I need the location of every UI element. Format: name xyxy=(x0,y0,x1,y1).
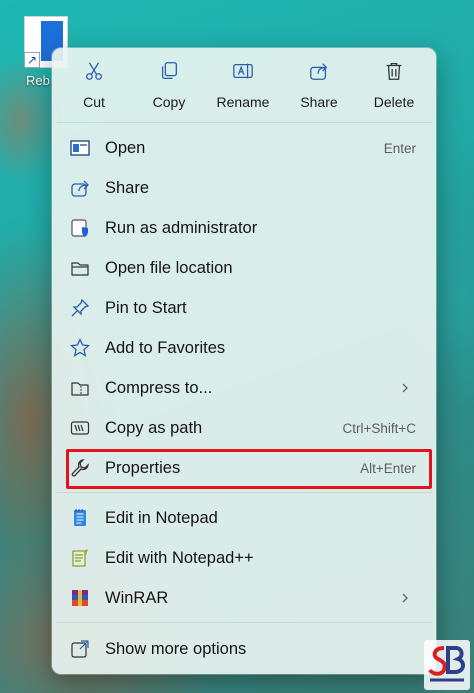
delete-label: Delete xyxy=(373,94,415,110)
admin-shield-icon xyxy=(70,218,90,238)
copy-button[interactable]: Copy xyxy=(135,60,203,116)
scissors-icon xyxy=(86,62,102,80)
rename-icon xyxy=(233,63,253,79)
context-menu: Cut Copy Rename Share Delete Open Enter … xyxy=(52,48,436,674)
menu-item-share[interactable]: Share xyxy=(58,170,430,206)
menu-item-label: Open file location xyxy=(105,259,233,277)
menu-item-label: Edit in Notepad xyxy=(105,509,218,527)
menu-item-label: Pin to Start xyxy=(105,299,187,317)
menu-item-edit-in-notepad[interactable]: Edit in Notepad xyxy=(58,500,430,536)
menu-item-label: Copy as path xyxy=(105,419,203,437)
menu-item-compress-to[interactable]: Compress to... xyxy=(58,370,430,406)
site-logo xyxy=(424,640,470,690)
menu-item-label: Open xyxy=(105,139,146,157)
menu-item-shortcut: Enter xyxy=(383,141,416,156)
menu-item-shortcut: Ctrl+Shift+C xyxy=(342,421,416,436)
menu-item-label: Show more options xyxy=(105,640,247,658)
share-icon xyxy=(70,178,90,198)
copy-icon xyxy=(161,62,177,79)
chevron-right-icon xyxy=(398,591,412,605)
desktop: ↗ Reb Cut Copy Rename Share Delete Open … xyxy=(0,0,474,693)
menu-item-copy-as-path[interactable]: Copy as path Ctrl+Shift+C xyxy=(58,410,430,446)
menu-item-add-to-favorites[interactable]: Add to Favorites xyxy=(58,330,430,366)
menu-item-label: Edit with Notepad++ xyxy=(105,549,254,567)
rename-button[interactable]: Rename xyxy=(209,60,277,116)
context-menu-action-bar: Cut Copy Rename Share Delete xyxy=(52,48,436,120)
menu-item-label: WinRAR xyxy=(105,589,169,607)
wrench-icon xyxy=(70,458,90,478)
shortcut-arrow-icon: ↗ xyxy=(24,52,40,68)
menu-item-label: Run as administrator xyxy=(105,219,258,237)
menu-item-winrar[interactable]: WinRAR xyxy=(58,580,430,616)
separator xyxy=(56,492,432,493)
menu-item-shortcut: Alt+Enter xyxy=(360,461,416,476)
menu-item-label: Add to Favorites xyxy=(105,339,226,357)
delete-button[interactable]: Delete xyxy=(360,60,428,116)
share-icon xyxy=(310,63,328,80)
separator xyxy=(56,622,432,623)
zip-folder-icon xyxy=(70,378,90,398)
share-label: Share xyxy=(300,94,338,110)
separator xyxy=(56,122,432,123)
menu-item-show-more-options[interactable]: Show more options xyxy=(58,631,430,667)
menu-item-pin-to-start[interactable]: Pin to Start xyxy=(58,290,430,326)
menu-item-run-as-administrator[interactable]: Run as administrator xyxy=(58,210,430,246)
rename-label: Rename xyxy=(216,94,270,110)
menu-item-label: Share xyxy=(105,179,150,197)
star-icon xyxy=(70,338,90,358)
menu-item-label: Properties xyxy=(105,459,181,477)
folder-icon xyxy=(70,258,90,278)
trash-icon xyxy=(386,63,402,80)
chevron-right-icon xyxy=(398,381,412,395)
more-options-icon xyxy=(70,639,90,659)
cut-button[interactable]: Cut xyxy=(60,60,128,116)
open-window-icon xyxy=(70,138,90,158)
notepad-plus-plus-icon xyxy=(70,548,90,568)
menu-item-properties[interactable]: Properties Alt+Enter xyxy=(58,450,430,486)
share-button[interactable]: Share xyxy=(285,60,353,116)
winrar-icon xyxy=(70,588,90,608)
menu-item-open-file-location[interactable]: Open file location xyxy=(58,250,430,286)
pin-icon xyxy=(70,298,90,318)
menu-item-label: Compress to... xyxy=(105,379,213,397)
notepad-icon xyxy=(70,508,90,528)
menu-item-edit-with-notepad-plus-plus[interactable]: Edit with Notepad++ xyxy=(58,540,430,576)
cut-label: Cut xyxy=(83,94,105,110)
copy-path-icon xyxy=(70,418,90,438)
copy-label: Copy xyxy=(152,94,186,110)
desktop-shortcut-label: Reb xyxy=(26,73,50,88)
menu-item-open[interactable]: Open Enter xyxy=(58,130,430,166)
